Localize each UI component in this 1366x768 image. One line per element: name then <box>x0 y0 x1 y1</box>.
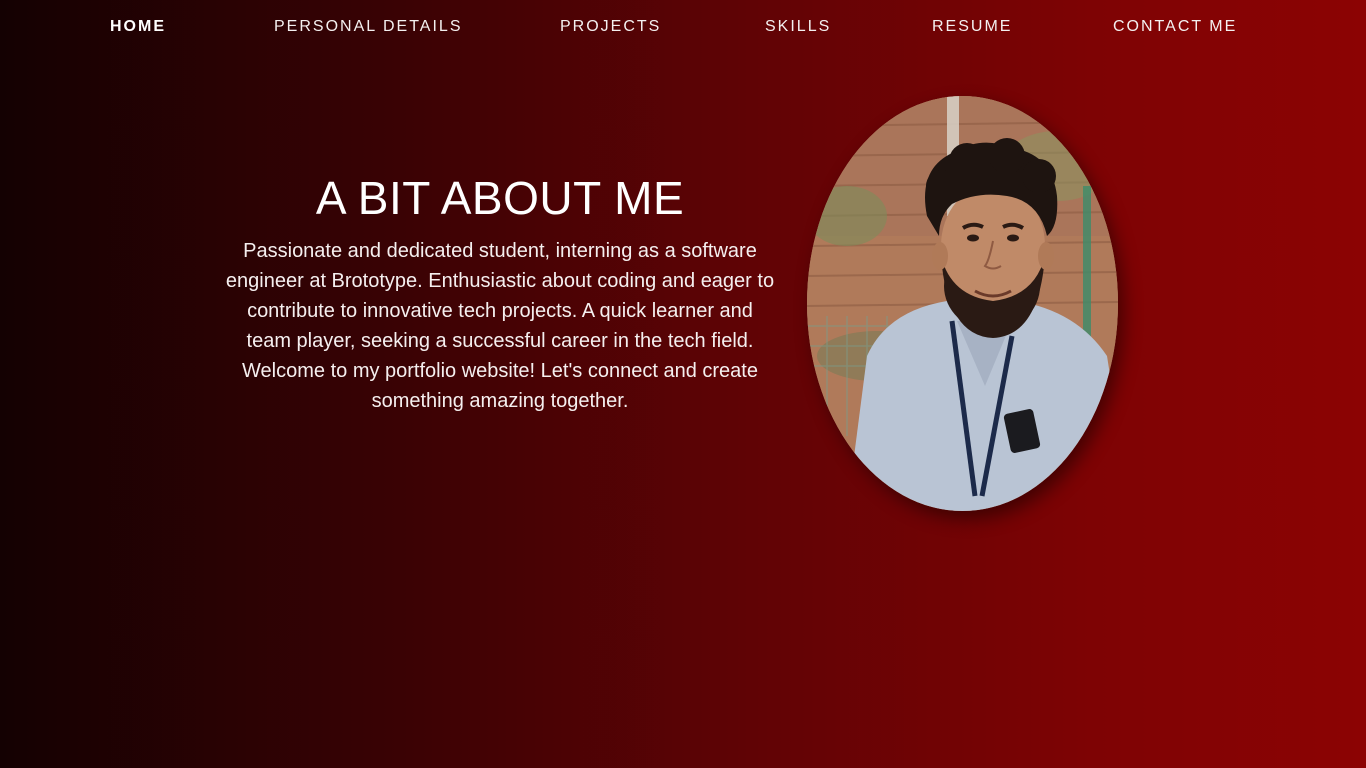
about-section: A BIT ABOUT ME Passionate and dedicated … <box>225 170 775 416</box>
profile-photo <box>807 96 1118 511</box>
nav-resume-link[interactable]: RESUME <box>932 17 1012 37</box>
nav-projects-link[interactable]: PROJECTS <box>560 17 661 37</box>
nav-personal-details-link[interactable]: PERSONAL DETAILS <box>274 17 463 37</box>
main-navigation: HOME PERSONAL DETAILS PROJECTS SKILLS RE… <box>0 0 1366 56</box>
nav-skills-link[interactable]: SKILLS <box>765 17 831 37</box>
profile-photo-illustration <box>807 96 1118 511</box>
about-description: Passionate and dedicated student, intern… <box>225 240 775 412</box>
nav-contact-me-link[interactable]: CONTACT ME <box>1113 17 1237 37</box>
about-heading: A BIT ABOUT ME <box>315 172 685 224</box>
nav-home-link[interactable]: HOME <box>110 17 166 37</box>
